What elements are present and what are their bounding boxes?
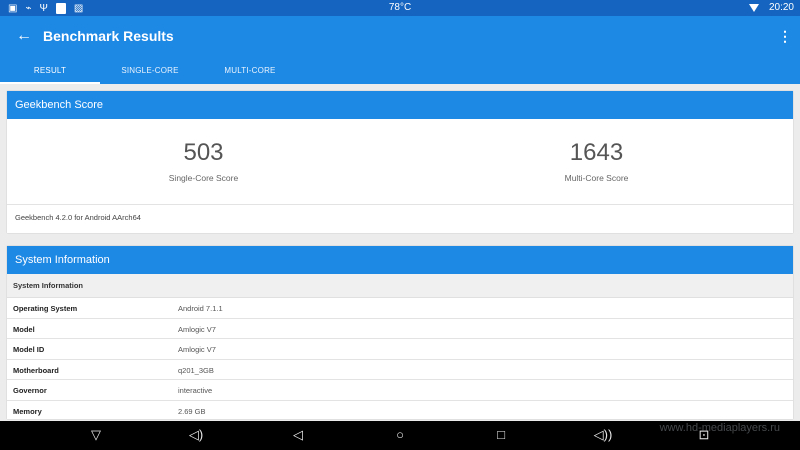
wifi-icon [748, 3, 759, 12]
tab-result[interactable]: RESULT [0, 60, 100, 84]
recents-icon[interactable]: □ [491, 427, 511, 443]
multi-core-score-value: 1643 [569, 139, 624, 166]
table-row: Governor interactive [7, 380, 793, 401]
volume-up-icon[interactable]: ◁)) [593, 427, 613, 443]
row-key: Governor [13, 386, 47, 396]
back-nav-icon[interactable]: ◁ [288, 427, 308, 443]
geekbench-score-card: Geekbench Score 503 Single-Core Score 16… [7, 91, 793, 233]
table-row: Motherboard q201_3GB [7, 360, 793, 381]
table-row: Model ID Amlogic V7 [7, 339, 793, 360]
arrow-left-icon[interactable]: ← [14, 26, 34, 46]
multi-core-score-label: Multi-Core Score [564, 173, 629, 183]
geekbench-version: Geekbench 4.2.0 for Android AArch64 [15, 213, 141, 222]
more-vert-icon[interactable]: ⋮ [778, 26, 792, 46]
tab-single-core[interactable]: SINGLE-CORE [100, 60, 200, 84]
table-row: Memory 2.69 GB [7, 401, 793, 419]
hide-keyboard-icon[interactable]: ▽ [86, 427, 106, 443]
clock: 20:20 [768, 2, 794, 13]
temperature-readout: 78°C [388, 2, 412, 13]
row-value: Amlogic V7 [178, 324, 216, 334]
navigation-bar: ▽ ◁) ◁ ○ □ ◁)) ⊡ www.hd-mediaplayers.ru [0, 421, 800, 450]
single-core-score-label: Single-Core Score [168, 173, 239, 183]
single-core-score: 503 Single-Core Score [7, 119, 400, 205]
section-subheader: System Information [7, 274, 793, 298]
multi-core-score: 1643 Multi-Core Score [400, 119, 793, 205]
scores-section: 503 Single-Core Score 1643 Multi-Core Sc… [7, 119, 793, 205]
card-title: Geekbench Score [7, 91, 793, 119]
row-key: Memory [13, 406, 42, 416]
tab-indicator [0, 82, 100, 84]
row-value: q201_3GB [178, 365, 214, 375]
row-key: Motherboard [13, 365, 59, 375]
volume-down-icon[interactable]: ◁) [186, 427, 206, 443]
app-bar: ← Benchmark Results ⋮ [0, 16, 800, 60]
home-icon[interactable]: ○ [390, 427, 410, 443]
tab-bar: RESULT SINGLE-CORE MULTI-CORE [0, 60, 800, 84]
row-key: Model ID [13, 345, 45, 355]
row-key: Model [13, 324, 35, 334]
row-key: Operating System [13, 304, 78, 313]
card-title: System Information [7, 246, 793, 274]
tab-multi-core[interactable]: MULTI-CORE [200, 60, 300, 84]
page-title: Benchmark Results [43, 28, 174, 44]
single-core-score-value: 503 [183, 139, 224, 166]
watermark: www.hd-mediaplayers.ru [659, 422, 780, 434]
row-value: interactive [178, 386, 213, 396]
system-information-card: System Information System Information Op… [7, 246, 793, 419]
status-bar: ▣ ⌁ Ψ ▨ 78°C 20:20 [0, 0, 800, 16]
table-row: Model Amlogic V7 [7, 319, 793, 340]
table-row: Operating System Android 7.1.1 [7, 298, 793, 319]
row-value: 2.69 GB [178, 406, 206, 416]
row-value: Amlogic V7 [178, 345, 216, 355]
row-value: Android 7.1.1 [178, 304, 223, 313]
